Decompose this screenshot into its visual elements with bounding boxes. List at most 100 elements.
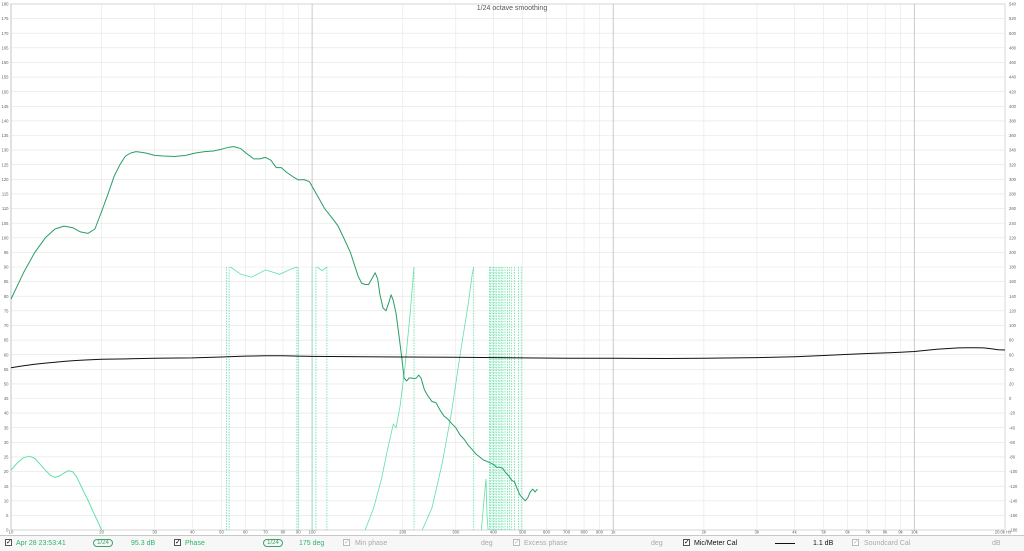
y-tick-label-right: 360 [1009,133,1017,138]
y-tick-label-left: 100 [2,235,10,240]
y-tick-label-right: 280 [1009,192,1017,197]
y-tick-label-left: 110 [2,206,9,211]
soundcard-cal-unit: dB [992,540,1001,547]
measurement-value: 95.3 dB [131,540,156,547]
y-tick-label-right: -160 [1009,513,1018,518]
y-tick-label-left: 95 [4,250,9,255]
y-tick-label-right: 160 [1009,279,1017,284]
min-phase-checkbox[interactable]: ✓ [343,539,350,546]
x-tick-label: 500 [519,530,527,535]
y-tick-label-right: -140 [1009,498,1018,503]
left-y-axis: 0510152025303540455055606570758085909510… [2,2,10,533]
measurement-name: Apr 28 23:53:41 [16,540,66,547]
y-tick-label-left: 90 [4,265,9,270]
phase-segment [481,478,489,531]
y-tick-label-left: 45 [4,396,9,401]
y-tick-label-left: 10 [4,498,9,503]
y-tick-label-left: 35 [4,425,9,430]
y-tick-label-right: 400 [1009,104,1017,109]
measurement-smoothing-button[interactable]: 1/24 [93,539,113,547]
soundcard-cal-label: Soundcard Cal [864,540,911,547]
y-tick-label-right: 340 [1009,148,1017,153]
y-tick-label-left: 170 [2,31,10,36]
x-tick-label: 600 [543,530,551,535]
x-tick-label: 10k [911,530,919,535]
y-tick-label-left: 60 [4,352,9,357]
y-tick-label-right: 440 [1009,75,1017,80]
phase-checkbox[interactable]: ✓ [174,539,181,546]
y-tick-label-right: 200 [1009,250,1017,255]
phase-line [10,455,103,531]
y-tick-label-right: 40 [1009,367,1014,372]
y-tick-label-right: 520 [1009,16,1017,21]
y-tick-label-left: 15 [4,484,9,489]
x-tick-label: 100 [309,530,317,535]
y-tick-label-right: 380 [1009,118,1017,123]
y-tick-label-right: 180 [1009,265,1017,270]
y-tick-label-right: -40 [1009,425,1016,430]
phase-value: 175 deg [299,540,325,547]
mic-cal-line-swatch [775,543,795,544]
y-tick-label-left: 20 [4,469,9,474]
y-tick-label-right: 140 [1009,294,1017,299]
y-tick-label-left: 65 [4,338,9,343]
y-tick-label-right: 540 [1009,2,1017,7]
y-tick-label-left: 175 [2,16,10,21]
frequency-response-chart[interactable]: 0 5 10 15 20 25 30 35 40 45 50 55 60 65 70 75 80 85 90 95 10… [0,0,1024,535]
mic-cal-value: 1.1 dB [813,540,834,547]
y-tick-label-right: -100 [1009,469,1018,474]
x-tick-label: 700 [563,530,571,535]
y-tick-label-left: 145 [2,104,10,109]
x-tick-label: 40 [190,530,195,535]
right-y-axis: -180-160-140-120-100-80-60-40-2002040608… [1009,2,1018,533]
y-tick-label-right: 500 [1009,31,1017,36]
x-tick-label: 50 [219,530,224,535]
apr-28-23-53-41-line [10,146,538,502]
soundcard-cal-checkbox[interactable]: ✓ [852,539,859,546]
x-tick-label: 80 [281,530,286,535]
y-tick-label-right: 220 [1009,235,1017,240]
y-tick-label-left: 85 [4,279,9,284]
y-tick-label-right: -80 [1009,455,1016,460]
y-tick-label-right: 20 [1009,381,1014,386]
y-tick-label-right: 80 [1009,338,1014,343]
excess-phase-label: Excess phase [524,540,568,547]
y-tick-label-right: 260 [1009,206,1017,211]
mic-cal-label: Mic/Meter Cal [694,540,738,547]
excess-phase-checkbox[interactable]: ✓ [513,539,520,546]
y-tick-label-right: 480 [1009,45,1017,50]
y-tick-label-left: 70 [4,323,9,328]
y-tick-label-left: 30 [4,440,9,445]
x-tick-label: 70 [263,530,268,535]
mic-cal-checkbox[interactable]: ✓ [683,539,690,546]
x-tick-label: 10 [9,530,14,535]
y-tick-label-right: 300 [1009,177,1017,182]
y-tick-label-left: 75 [4,308,9,313]
x-tick-label: 300 [452,530,460,535]
phase-smoothing-button[interactable]: 1/24 [263,539,283,547]
mic-meter-cal-line [10,347,1006,369]
y-tick-label-right: 240 [1009,221,1017,226]
y-tick-label-left: 80 [4,294,9,299]
y-tick-label-left: 5 [6,513,9,518]
y-tick-label-right: -60 [1009,440,1016,445]
phase-label: Phase [185,540,205,547]
x-tick-label: 900 [596,530,604,535]
y-tick-label-right: 100 [1009,323,1017,328]
y-tick-label-right: 420 [1009,89,1017,94]
y-tick-label-left: 115 [2,192,9,197]
x-tick-label: 200 [399,530,407,535]
legend-bar: ✓ Apr 28 23:53:41 1/24 95.3 dB ✓ Phase 1… [0,535,1024,551]
measurement-checkbox[interactable]: ✓ [5,539,12,546]
y-tick-label-right: 460 [1009,60,1017,65]
x-tick-label: 400 [490,530,498,535]
y-tick-label-left: 55 [4,367,9,372]
excess-phase-unit: deg [651,540,663,547]
y-tick-label-left: 120 [2,177,10,182]
min-phase-unit: deg [481,540,493,547]
y-tick-label-left: 150 [2,89,10,94]
phase-segment [230,266,298,278]
chart-title: 1/24 octave smoothing [477,5,548,12]
y-tick-label-right: -20 [1009,411,1016,416]
x-tick-label: 20 [99,530,104,535]
